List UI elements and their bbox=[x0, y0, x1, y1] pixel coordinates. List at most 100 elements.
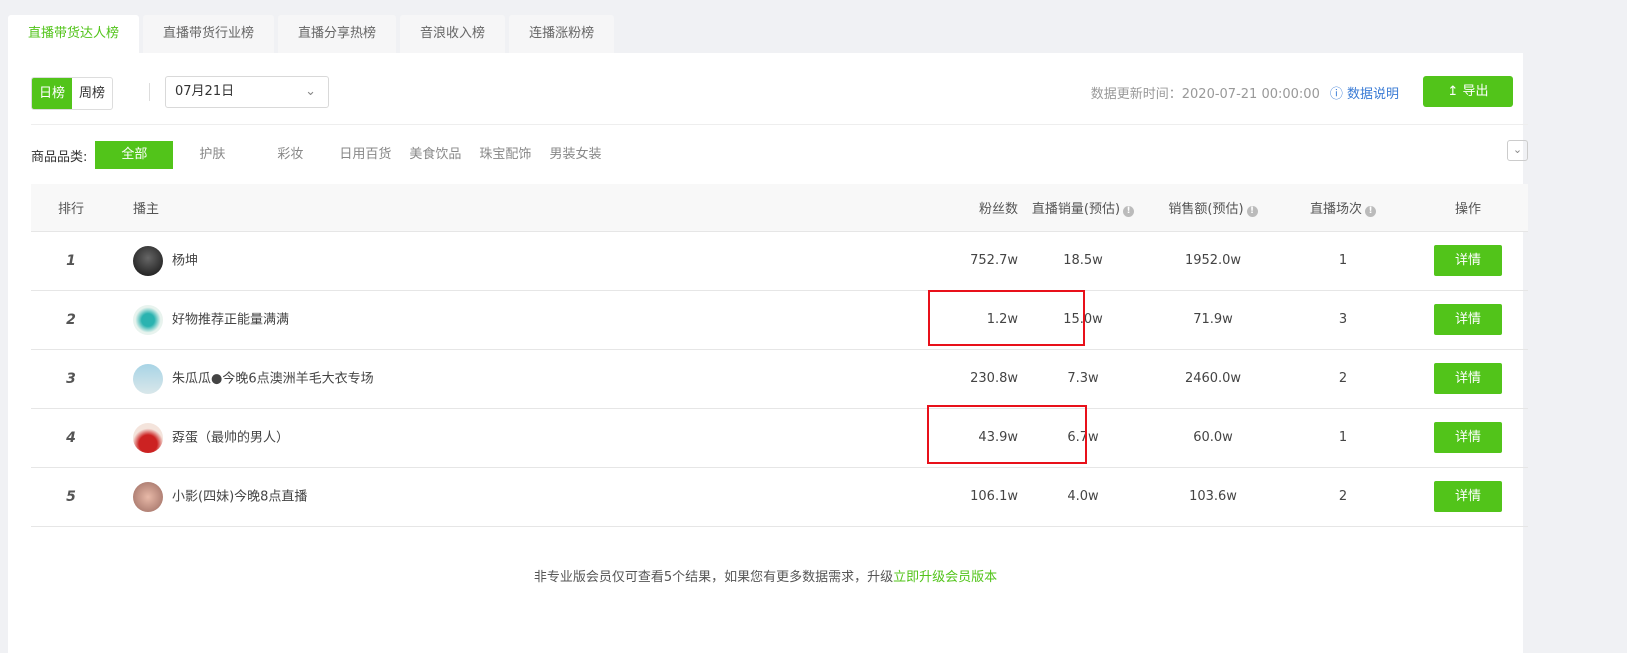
divider bbox=[31, 124, 1528, 125]
rank: 4 bbox=[31, 408, 111, 468]
tab-industry-rank[interactable]: 直播带货行业榜 bbox=[143, 15, 275, 53]
upgrade-link[interactable]: 立即升级会员版本 bbox=[893, 570, 997, 585]
details-button[interactable]: 详情 bbox=[1434, 363, 1502, 394]
rank: 2 bbox=[31, 290, 111, 350]
question-icon: ⓘ bbox=[1329, 87, 1347, 102]
update-time: 数据更新时间：2020-07-21 00:00:00 bbox=[1090, 87, 1320, 102]
divider bbox=[149, 83, 150, 101]
streamer-name[interactable]: 朱瓜瓜●今晚6点澳洲羊毛大衣专场 bbox=[172, 371, 374, 386]
streamer-cell: 杨坤 bbox=[111, 231, 918, 291]
streamer-name[interactable]: 好物推荐正能量满满 bbox=[172, 312, 289, 327]
amount: 71.9w bbox=[1148, 290, 1278, 350]
export-label: 导出 bbox=[1462, 84, 1489, 99]
category-food[interactable]: 美食饮品 bbox=[399, 141, 469, 169]
category-all[interactable]: 全部 bbox=[95, 141, 174, 169]
main-panel: 日榜 周榜 07月21日 ⌄ 数据更新时间：2020-07-21 00:00:00… bbox=[8, 53, 1528, 653]
action-cell: 详情 bbox=[1408, 467, 1528, 527]
chevron-down-icon: ⌄ bbox=[305, 84, 316, 99]
avatar[interactable] bbox=[133, 363, 163, 394]
category-label: 商品品类: bbox=[31, 149, 88, 165]
amount: 2460.0w bbox=[1148, 349, 1278, 409]
table-row: 5 小影(四妹)今晚8点直播 106.1w 4.0w 103.6w 2 详情 bbox=[31, 467, 1528, 527]
sales: 7.3w bbox=[1018, 349, 1148, 409]
date-value: 07月21日 bbox=[175, 84, 235, 99]
sessions: 2 bbox=[1278, 349, 1408, 409]
table-row: 3 朱瓜瓜●今晚6点澳洲羊毛大衣专场 230.8w 7.3w 2460.0w 2… bbox=[31, 349, 1528, 409]
avatar[interactable] bbox=[133, 245, 163, 276]
date-select[interactable]: 07月21日 ⌄ bbox=[165, 76, 329, 108]
category-clothing[interactable]: 男装女装 bbox=[539, 141, 609, 169]
header-sales[interactable]: 直播销量(预估)! bbox=[1018, 184, 1148, 232]
weekly-button[interactable]: 周榜 bbox=[72, 78, 112, 109]
category-skincare[interactable]: 护肤 bbox=[173, 141, 251, 169]
details-button[interactable]: 详情 bbox=[1434, 245, 1502, 276]
amount: 1952.0w bbox=[1148, 231, 1278, 291]
fans: 752.7w bbox=[918, 231, 1018, 291]
table-row: 1 杨坤 752.7w 18.5w 1952.0w 1 详情 bbox=[31, 231, 1528, 291]
table-row: 4 孬蛋（最帅的男人） 43.9w 6.7w 60.0w 1 详情 bbox=[31, 408, 1528, 468]
sales: 4.0w bbox=[1018, 467, 1148, 527]
header-amount[interactable]: 销售额(预估)! bbox=[1148, 184, 1278, 232]
data-help-link[interactable]: ⓘ 数据说明 bbox=[1330, 87, 1399, 102]
rank: 3 bbox=[31, 349, 111, 409]
avatar[interactable] bbox=[133, 422, 163, 453]
streamer-cell: 朱瓜瓜●今晚6点澳洲羊毛大衣专场 bbox=[111, 349, 918, 409]
info-icon[interactable]: ! bbox=[1123, 205, 1135, 217]
rank: 5 bbox=[31, 467, 111, 527]
header-rank: 排行 bbox=[31, 184, 111, 232]
expand-categories-button[interactable]: ⌄ bbox=[1507, 140, 1528, 161]
upgrade-text: 非专业版会员仅可查看5个结果，如果您有更多数据需求，升级 bbox=[533, 570, 894, 585]
category-jewelry[interactable]: 珠宝配饰 bbox=[469, 141, 539, 169]
streamer-cell: 好物推荐正能量满满 bbox=[111, 290, 918, 350]
avatar[interactable] bbox=[133, 304, 163, 335]
avatar[interactable] bbox=[133, 481, 163, 512]
ranking-tabs: 直播带货达人榜 直播带货行业榜 直播分享热榜 音浪收入榜 连播涨粉榜 bbox=[8, 15, 615, 53]
upload-icon: ↥ bbox=[1447, 84, 1463, 99]
header-action: 操作 bbox=[1408, 184, 1528, 232]
streamer-name[interactable]: 杨坤 bbox=[172, 253, 198, 268]
sessions: 1 bbox=[1278, 408, 1408, 468]
details-button[interactable]: 详情 bbox=[1434, 304, 1502, 335]
action-cell: 详情 bbox=[1408, 290, 1528, 350]
tab-fans-growth-rank[interactable]: 连播涨粉榜 bbox=[509, 15, 615, 53]
rank: 1 bbox=[31, 231, 111, 291]
action-cell: 详情 bbox=[1408, 408, 1528, 468]
category-filter: 商品品类: 全部 护肤 彩妆 日用百货 美食饮品 珠宝配饰 男装女装 bbox=[31, 141, 609, 169]
fans: 230.8w bbox=[918, 349, 1018, 409]
header-amount-label: 销售额(预估) bbox=[1168, 201, 1244, 217]
streamer-name[interactable]: 小影(四妹)今晚8点直播 bbox=[172, 489, 307, 504]
sessions: 3 bbox=[1278, 290, 1408, 350]
details-button[interactable]: 详情 bbox=[1434, 422, 1502, 453]
fans: 106.1w bbox=[918, 467, 1018, 527]
tab-streamer-rank[interactable]: 直播带货达人榜 bbox=[8, 15, 140, 53]
table-row: 2 好物推荐正能量满满 1.2w 15.0w 71.9w 3 详情 bbox=[31, 290, 1528, 350]
amount: 103.6w bbox=[1148, 467, 1278, 527]
daily-button[interactable]: 日榜 bbox=[32, 78, 72, 109]
category-makeup[interactable]: 彩妆 bbox=[251, 141, 329, 169]
action-cell: 详情 bbox=[1408, 231, 1528, 291]
streamer-cell: 孬蛋（最帅的男人） bbox=[111, 408, 918, 468]
period-toggle: 日榜 周榜 bbox=[31, 77, 113, 110]
streamer-name[interactable]: 孬蛋（最帅的男人） bbox=[172, 430, 289, 445]
action-cell: 详情 bbox=[1408, 349, 1528, 409]
update-info: 数据更新时间：2020-07-21 00:00:00 ⓘ 数据说明 bbox=[1091, 83, 1399, 102]
header-sessions[interactable]: 直播场次! bbox=[1278, 184, 1408, 232]
upgrade-notice: 非专业版会员仅可查看5个结果，如果您有更多数据需求，升级立即升级会员版本 bbox=[8, 566, 1523, 585]
tab-income-rank[interactable]: 音浪收入榜 bbox=[400, 15, 506, 53]
header-fans[interactable]: 粉丝数 bbox=[918, 184, 1018, 232]
info-icon[interactable]: ! bbox=[1246, 205, 1258, 217]
category-daily[interactable]: 日用百货 bbox=[329, 141, 399, 169]
header-sales-label: 直播销量(预估) bbox=[1031, 201, 1121, 217]
header-streamer: 播主 bbox=[111, 184, 918, 232]
tab-share-rank[interactable]: 直播分享热榜 bbox=[278, 15, 397, 53]
export-button[interactable]: ↥ 导出 bbox=[1423, 76, 1513, 107]
sessions: 1 bbox=[1278, 231, 1408, 291]
data-help-label: 数据说明 bbox=[1346, 87, 1399, 102]
sales: 18.5w bbox=[1018, 231, 1148, 291]
highlight-box bbox=[928, 290, 1085, 346]
details-button[interactable]: 详情 bbox=[1434, 481, 1502, 512]
highlight-box bbox=[927, 405, 1087, 464]
chevron-down-icon: ⌄ bbox=[1512, 143, 1523, 156]
info-icon[interactable]: ! bbox=[1365, 205, 1376, 217]
ranking-table: 排行 播主 粉丝数 直播销量(预估)! 销售额(预估)! 直播场次! 操作 1 … bbox=[31, 184, 1528, 527]
